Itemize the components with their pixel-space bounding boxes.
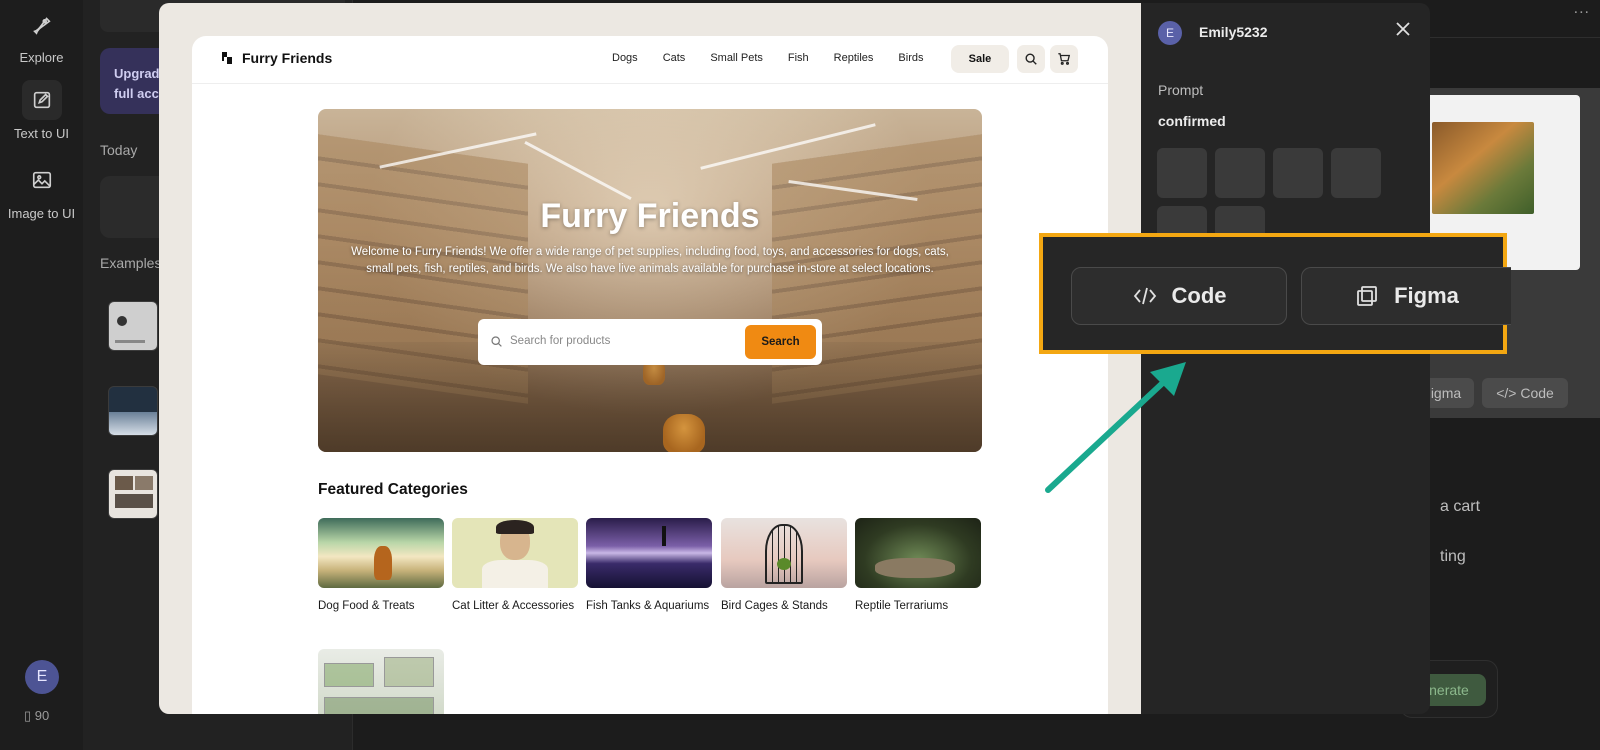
figma-export-label: Figma: [1394, 283, 1459, 308]
avatar[interactable]: E: [25, 660, 59, 694]
close-icon: [1396, 22, 1410, 36]
variant-thumbnail[interactable]: [1215, 148, 1265, 198]
rail-label-explore: Explore: [19, 50, 64, 65]
today-label: Today: [100, 142, 138, 158]
preview-canvas: Furry Friends Dogs Cats Small Pets Fish …: [159, 3, 1141, 714]
sale-button[interactable]: Sale: [951, 45, 1009, 73]
rail-label-image-to-ui: Image to UI: [7, 206, 76, 221]
hero-search-bar: Search for products Search: [478, 319, 822, 365]
examples-label: Examples: [100, 255, 162, 271]
background-text: a cart: [1440, 498, 1481, 515]
background-text: ting: [1440, 548, 1466, 565]
rail-item-text-to-ui[interactable]: Text to UI: [0, 80, 83, 141]
nav-link-fish[interactable]: Fish: [788, 52, 809, 64]
credits-value: 90: [34, 708, 50, 723]
hero-banner: Furry Friends Welcome to Furry Friends! …: [318, 109, 982, 452]
featured-categories-title: Featured Categories: [318, 481, 468, 498]
category-label: Dog Food & Treats: [318, 600, 415, 612]
category-card-fish-tanks[interactable]: Fish Tanks & Aquariums: [586, 518, 712, 615]
background-code-label: Code: [1520, 385, 1554, 401]
example-thumbnail[interactable]: [108, 386, 158, 436]
prompt-label: Prompt: [1158, 82, 1204, 98]
hero-description: Welcome to Furry Friends! We offer a wid…: [351, 246, 949, 275]
category-card-cat-litter[interactable]: Cat Litter & Accessories: [452, 518, 578, 615]
nav-link-small-pets[interactable]: Small Pets: [710, 52, 763, 64]
site-brand[interactable]: Furry Friends: [222, 50, 332, 66]
site-search-button[interactable]: [1017, 45, 1045, 73]
app-rail: Explore Text to UI Image to UI E ▯ 90: [0, 0, 83, 750]
category-image: [721, 518, 847, 588]
code-icon: [1133, 287, 1156, 305]
example-thumbnail[interactable]: [108, 469, 158, 519]
brand-name: Furry Friends: [242, 50, 333, 66]
hero-dog-image: [663, 414, 705, 452]
avatar: E: [1158, 21, 1182, 45]
category-image: [318, 518, 444, 588]
site-nav-links: Dogs Cats Small Pets Fish Reptiles Birds: [612, 52, 948, 64]
logo-icon: [222, 52, 232, 64]
rail-item-explore[interactable]: Explore: [0, 4, 83, 65]
example-thumbnail[interactable]: [108, 301, 158, 351]
category-image: [586, 518, 712, 588]
category-label: Reptile Terrariums: [855, 600, 949, 612]
variant-thumbnail[interactable]: [1157, 148, 1207, 198]
background-preview-image: [1432, 122, 1534, 214]
preview-modal: Furry Friends Dogs Cats Small Pets Fish …: [159, 3, 1430, 714]
credits-counter: ▯ 90: [24, 708, 49, 724]
category-label: Cat Litter & Accessories: [452, 600, 575, 612]
category-image: [855, 518, 981, 588]
cart-button[interactable]: [1050, 45, 1078, 73]
nav-link-reptiles[interactable]: Reptiles: [834, 52, 874, 64]
category-card-terrarium-extra[interactable]: [318, 649, 444, 714]
background-code-button[interactable]: </> Code: [1482, 378, 1568, 408]
copy-icon: [1357, 286, 1377, 306]
website-preview: Furry Friends Dogs Cats Small Pets Fish …: [192, 36, 1108, 714]
hero-title: Furry Friends: [540, 197, 760, 235]
search-button[interactable]: Search: [745, 325, 816, 359]
annotation-arrow-icon: [1045, 362, 1186, 493]
variant-thumbnail[interactable]: [1331, 148, 1381, 198]
nav-link-dogs[interactable]: Dogs: [612, 52, 638, 64]
category-card-dog-food[interactable]: Dog Food & Treats: [318, 518, 444, 615]
category-label: Bird Cages & Stands: [721, 600, 828, 612]
search-icon: [1025, 53, 1037, 65]
code-export-button[interactable]: Code: [1071, 267, 1287, 325]
code-icon: </>: [1496, 385, 1517, 401]
category-card-reptile-terrariums[interactable]: Reptile Terrariums: [855, 518, 981, 615]
explore-icon: [22, 4, 62, 44]
nav-link-birds[interactable]: Birds: [898, 52, 923, 64]
cart-icon: [1058, 53, 1071, 65]
close-button[interactable]: [1393, 19, 1413, 39]
rail-label-text-to-ui: Text to UI: [14, 126, 69, 141]
more-icon[interactable]: ...: [1574, 0, 1590, 18]
code-export-label: Code: [1171, 283, 1227, 308]
category-image: [452, 518, 578, 588]
edit-icon: [21, 80, 62, 120]
credits-icon: ▯: [24, 708, 32, 723]
username: Emily5232: [1199, 24, 1268, 40]
figma-export-button[interactable]: Figma: [1301, 267, 1511, 325]
category-card-bird-cages[interactable]: Bird Cages & Stands: [721, 518, 847, 615]
search-icon: [491, 336, 502, 347]
hero-light: [524, 141, 632, 200]
nav-link-cats[interactable]: Cats: [663, 52, 686, 64]
image-icon: [22, 160, 62, 200]
variant-thumbnail[interactable]: [1273, 148, 1323, 198]
export-highlight-box: Code Figma: [1039, 233, 1511, 354]
product-search-input[interactable]: Search for products: [510, 335, 610, 347]
category-image: [318, 649, 444, 714]
rail-item-image-to-ui[interactable]: Image to UI: [0, 160, 83, 221]
site-navbar: Furry Friends Dogs Cats Small Pets Fish …: [192, 36, 1108, 84]
prompt-value: confirmed: [1158, 113, 1226, 129]
category-label: Fish Tanks & Aquariums: [586, 600, 710, 612]
